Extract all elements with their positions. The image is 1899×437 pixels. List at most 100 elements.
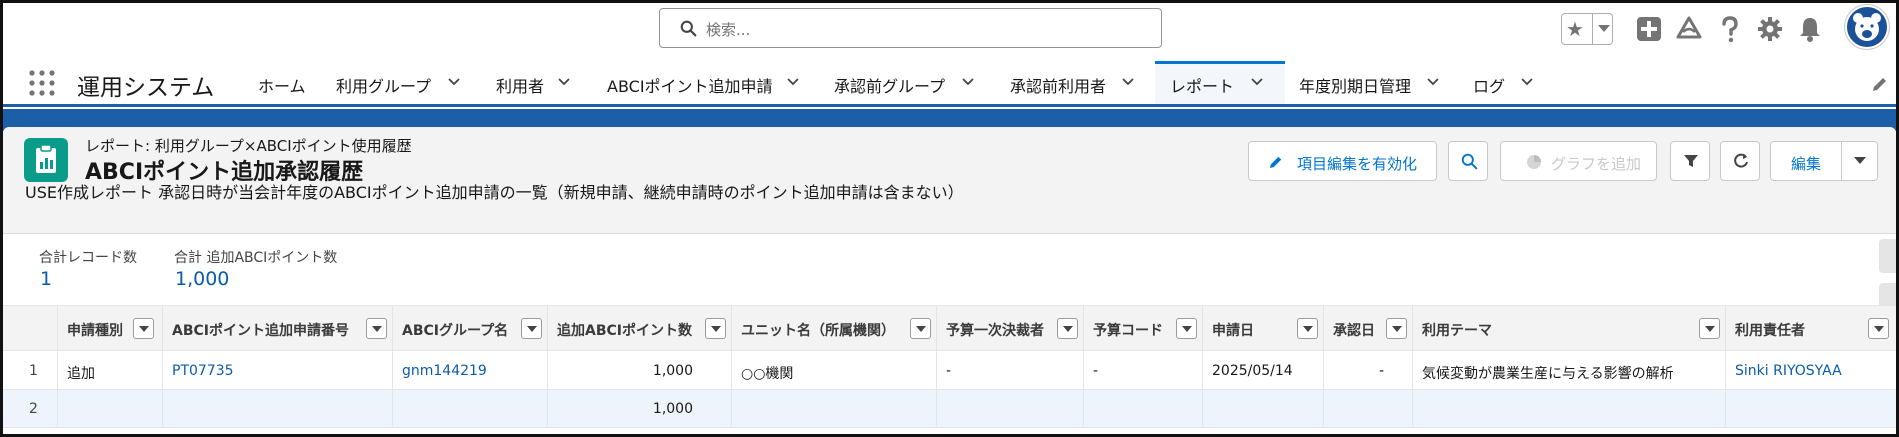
column-header[interactable]: ABCIグループ名: [392, 306, 547, 352]
filter-icon: [1684, 155, 1698, 167]
divider: [1592, 14, 1593, 44]
nav-item-point-requests[interactable]: ABCIポイント追加申請: [607, 61, 805, 104]
column-menu-button[interactable]: [1699, 318, 1720, 339]
nav-item-label: レポート: [1170, 77, 1235, 96]
edit-report-label: 編集: [1791, 155, 1822, 173]
column-header[interactable]: ユニット名（所属機関）: [731, 306, 936, 352]
nav-item-label: 承認前グループ: [834, 77, 946, 96]
chevron-down-icon[interactable]: [1853, 156, 1867, 166]
chevron-down-icon[interactable]: [787, 77, 799, 87]
enable-field-edit-button[interactable]: 項目編集を有効化: [1248, 141, 1437, 181]
nav-item-label: 利用グループ: [336, 77, 432, 96]
global-search-input[interactable]: 検索...: [659, 8, 1162, 48]
request-number-link[interactable]: PT07735: [172, 363, 234, 379]
record-count-value: 1: [40, 268, 53, 290]
owner-link[interactable]: Sinki RIYOSYAA: [1735, 363, 1842, 379]
table-row: 1 追加 PT07735 gnm144219 1,000 ○○機関 - - 20…: [3, 352, 1896, 390]
table-cell[interactable]: PT07735: [162, 352, 392, 390]
chevron-down-icon[interactable]: [962, 77, 974, 87]
edit-report-button[interactable]: 編集: [1770, 141, 1878, 181]
trailhead-icon[interactable]: [1675, 15, 1703, 43]
column-menu-button[interactable]: [1868, 318, 1889, 339]
table-cell: -: [936, 352, 1083, 390]
star-icon: ★: [1566, 17, 1584, 41]
column-menu-button[interactable]: [1176, 318, 1197, 339]
chart-icon: [1527, 155, 1541, 169]
table-cell: -: [1083, 352, 1202, 390]
column-header[interactable]: 追加ABCIポイント数: [547, 306, 731, 352]
column-menu-button[interactable]: [910, 318, 931, 339]
table-cell: [1323, 390, 1412, 428]
column-header[interactable]: ABCIポイント追加申請番号: [162, 306, 392, 352]
table-cell[interactable]: gnm144219: [392, 352, 547, 390]
column-menu-button[interactable]: [133, 318, 154, 339]
chevron-down-icon[interactable]: [558, 77, 570, 87]
app-navigation: 運用システム ホーム 利用グループ 利用者 ABCIポイント追加申請 承認前グル…: [3, 61, 1896, 107]
table-cell[interactable]: Sinki RIYOSYAA: [1725, 352, 1896, 390]
nav-item-label: ホーム: [258, 77, 306, 96]
nav-item-label: ABCIポイント追加申請: [607, 77, 773, 96]
favorites-button[interactable]: ★: [1561, 13, 1613, 45]
add-icon[interactable]: [1635, 15, 1663, 43]
nav-item-label: ログ: [1473, 77, 1506, 96]
points-total-value: 1,000: [175, 268, 230, 290]
table-cell: 気候変動が農業生産に与える影響の解析: [1412, 352, 1725, 390]
table-cell: [1412, 390, 1725, 428]
app-launcher-icon[interactable]: [28, 69, 56, 97]
table-cell: ○○機関: [731, 352, 936, 390]
chevron-down-icon[interactable]: [1251, 77, 1263, 87]
column-menu-button[interactable]: [1297, 318, 1318, 339]
chevron-down-icon[interactable]: [448, 77, 460, 87]
column-header[interactable]: 承認日: [1323, 306, 1412, 352]
column-menu-button[interactable]: [705, 318, 726, 339]
nav-item-users[interactable]: 利用者: [496, 61, 576, 104]
avatar[interactable]: [1845, 5, 1889, 49]
group-name-link[interactable]: gnm144219: [402, 363, 487, 379]
column-menu-button[interactable]: [366, 318, 387, 339]
column-header[interactable]: 利用責任者: [1725, 306, 1896, 352]
column-menu-button[interactable]: [521, 318, 542, 339]
setup-gear-icon[interactable]: [1756, 15, 1784, 43]
refresh-button[interactable]: [1720, 141, 1760, 181]
column-header[interactable]: 予算コード: [1083, 306, 1202, 352]
search-report-button[interactable]: [1448, 141, 1488, 181]
search-icon: [1461, 153, 1478, 170]
column-header[interactable]: 利用テーマ: [1412, 306, 1725, 352]
column-menu-button[interactable]: [1057, 318, 1078, 339]
add-chart-button[interactable]: グラフを追加: [1500, 141, 1657, 181]
global-header: 検索... ★: [3, 3, 1896, 61]
row-number: 1: [29, 363, 38, 379]
chevron-down-icon[interactable]: [1427, 77, 1439, 87]
notifications-bell-icon[interactable]: [1796, 15, 1824, 43]
nav-item-label: 年度別期日管理: [1299, 77, 1412, 96]
points-total-label: 合計 追加ABCIポイント数: [174, 250, 338, 266]
filter-button[interactable]: [1670, 141, 1710, 181]
column-menu-button[interactable]: [1386, 318, 1407, 339]
column-header[interactable]: 申請種別: [57, 306, 162, 352]
table-cell: 2025/05/14: [1202, 352, 1323, 390]
nav-item-groups[interactable]: 利用グループ: [336, 61, 466, 104]
table-cell: [162, 390, 392, 428]
column-header[interactable]: 申請日: [1202, 306, 1323, 352]
chevron-down-icon[interactable]: [1521, 77, 1533, 87]
points-subtotal: 1,000: [652, 401, 693, 417]
side-panel-toggle[interactable]: [1879, 239, 1896, 273]
nav-item-reports[interactable]: レポート: [1155, 61, 1285, 104]
nav-item-label: 利用者: [496, 77, 545, 96]
report-description: USE作成レポート 承認日時が当会計年度のABCIポイント追加申請の一覧（新規申…: [25, 183, 964, 202]
nav-item-home[interactable]: ホーム: [258, 61, 320, 104]
table-cell: [57, 390, 162, 428]
nav-item-logs[interactable]: ログ: [1473, 61, 1543, 104]
table-cell: [731, 390, 936, 428]
edit-nav-pencil-icon[interactable]: [1871, 75, 1889, 93]
column-header[interactable]: 予算一次決裁者: [936, 306, 1083, 352]
app-name: 運用システム: [77, 75, 215, 101]
chevron-down-icon[interactable]: [1598, 25, 1610, 32]
table-header: 申請種別 ABCIポイント追加申請番号 ABCIグループ名 追加ABCIポイント…: [3, 305, 1896, 352]
nav-item-fiscal-deadlines[interactable]: 年度別期日管理: [1299, 61, 1439, 104]
nav-item-pending-groups[interactable]: 承認前グループ: [834, 61, 978, 104]
enable-field-edit-label: 項目編集を有効化: [1297, 155, 1418, 173]
help-icon[interactable]: [1716, 15, 1744, 43]
chevron-down-icon[interactable]: [1122, 77, 1134, 87]
nav-item-pending-users[interactable]: 承認前利用者: [1010, 61, 1140, 104]
